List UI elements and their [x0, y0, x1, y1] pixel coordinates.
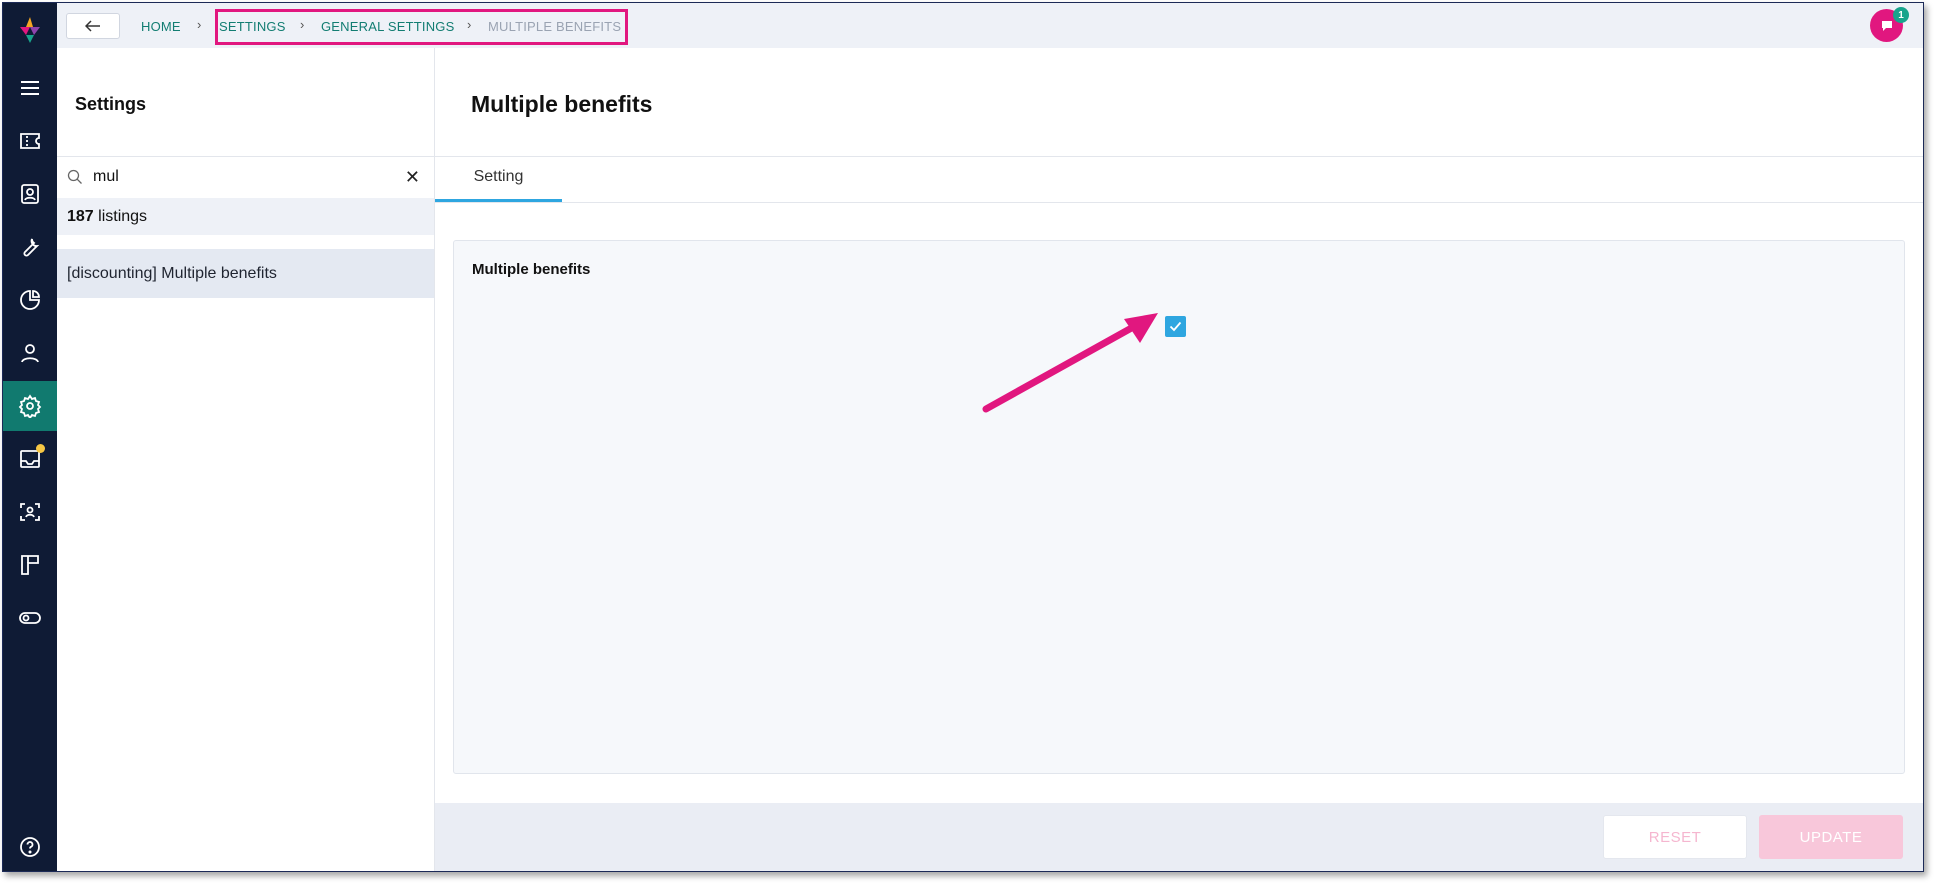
panel-title: Settings [75, 94, 147, 114]
search-bar: ✕ [57, 157, 434, 197]
inbox-icon[interactable] [3, 434, 57, 484]
nav-rail [3, 3, 57, 871]
result-count: 187 listings [57, 198, 434, 235]
app-window: HOME › SETTINGS › GENERAL SETTINGS › MUL… [2, 2, 1924, 872]
chevron-right-icon: › [197, 17, 202, 32]
user-icon[interactable] [3, 328, 57, 378]
checkmark-icon [1169, 321, 1182, 332]
arrow-left-icon [85, 20, 100, 32]
reset-button[interactable]: RESET [1603, 815, 1747, 859]
help-icon[interactable] [3, 822, 57, 871]
divider [435, 156, 1923, 157]
pie-chart-icon[interactable] [3, 275, 57, 325]
gear-icon[interactable] [3, 381, 57, 431]
face-scan-icon[interactable] [3, 487, 57, 537]
back-button[interactable] [66, 13, 120, 39]
action-footer: RESET UPDATE [435, 803, 1923, 871]
main-content: Multiple benefits Setting Multiple benef… [435, 48, 1923, 871]
chat-bubble-icon [1881, 20, 1892, 31]
app-logo[interactable] [17, 15, 43, 45]
divider [435, 202, 1923, 203]
notification-count-badge: 1 [1893, 7, 1909, 23]
multiple-benefits-checkbox[interactable] [1165, 316, 1186, 337]
clear-search-icon[interactable]: ✕ [405, 167, 420, 188]
field-label: Multiple benefits [472, 261, 591, 278]
annotation-arrow-icon [982, 313, 1158, 413]
update-button[interactable]: UPDATE [1759, 815, 1903, 859]
wrench-icon[interactable] [3, 222, 57, 272]
settings-list-panel: Settings ✕ 187 listings [discounting] Mu… [57, 48, 435, 871]
menu-icon[interactable] [3, 63, 57, 113]
list-item[interactable]: [discounting] Multiple benefits [57, 249, 434, 298]
search-input[interactable] [93, 165, 373, 189]
result-count-number: 187 [67, 208, 94, 225]
unread-dot [36, 444, 45, 453]
toggle-icon[interactable] [3, 593, 57, 643]
search-icon [67, 169, 82, 184]
setting-card: Multiple benefits [453, 240, 1905, 774]
tab-setting[interactable]: Setting [435, 157, 562, 202]
page-title: Multiple benefits [471, 91, 653, 117]
board-icon[interactable] [3, 540, 57, 590]
highlight-box [215, 9, 628, 45]
result-count-label: listings [93, 208, 148, 225]
breadcrumb-home[interactable]: HOME [141, 19, 181, 34]
ticket-icon[interactable] [3, 116, 57, 166]
contact-card-icon[interactable] [3, 169, 57, 219]
top-bar: HOME › SETTINGS › GENERAL SETTINGS › MUL… [57, 3, 1923, 48]
